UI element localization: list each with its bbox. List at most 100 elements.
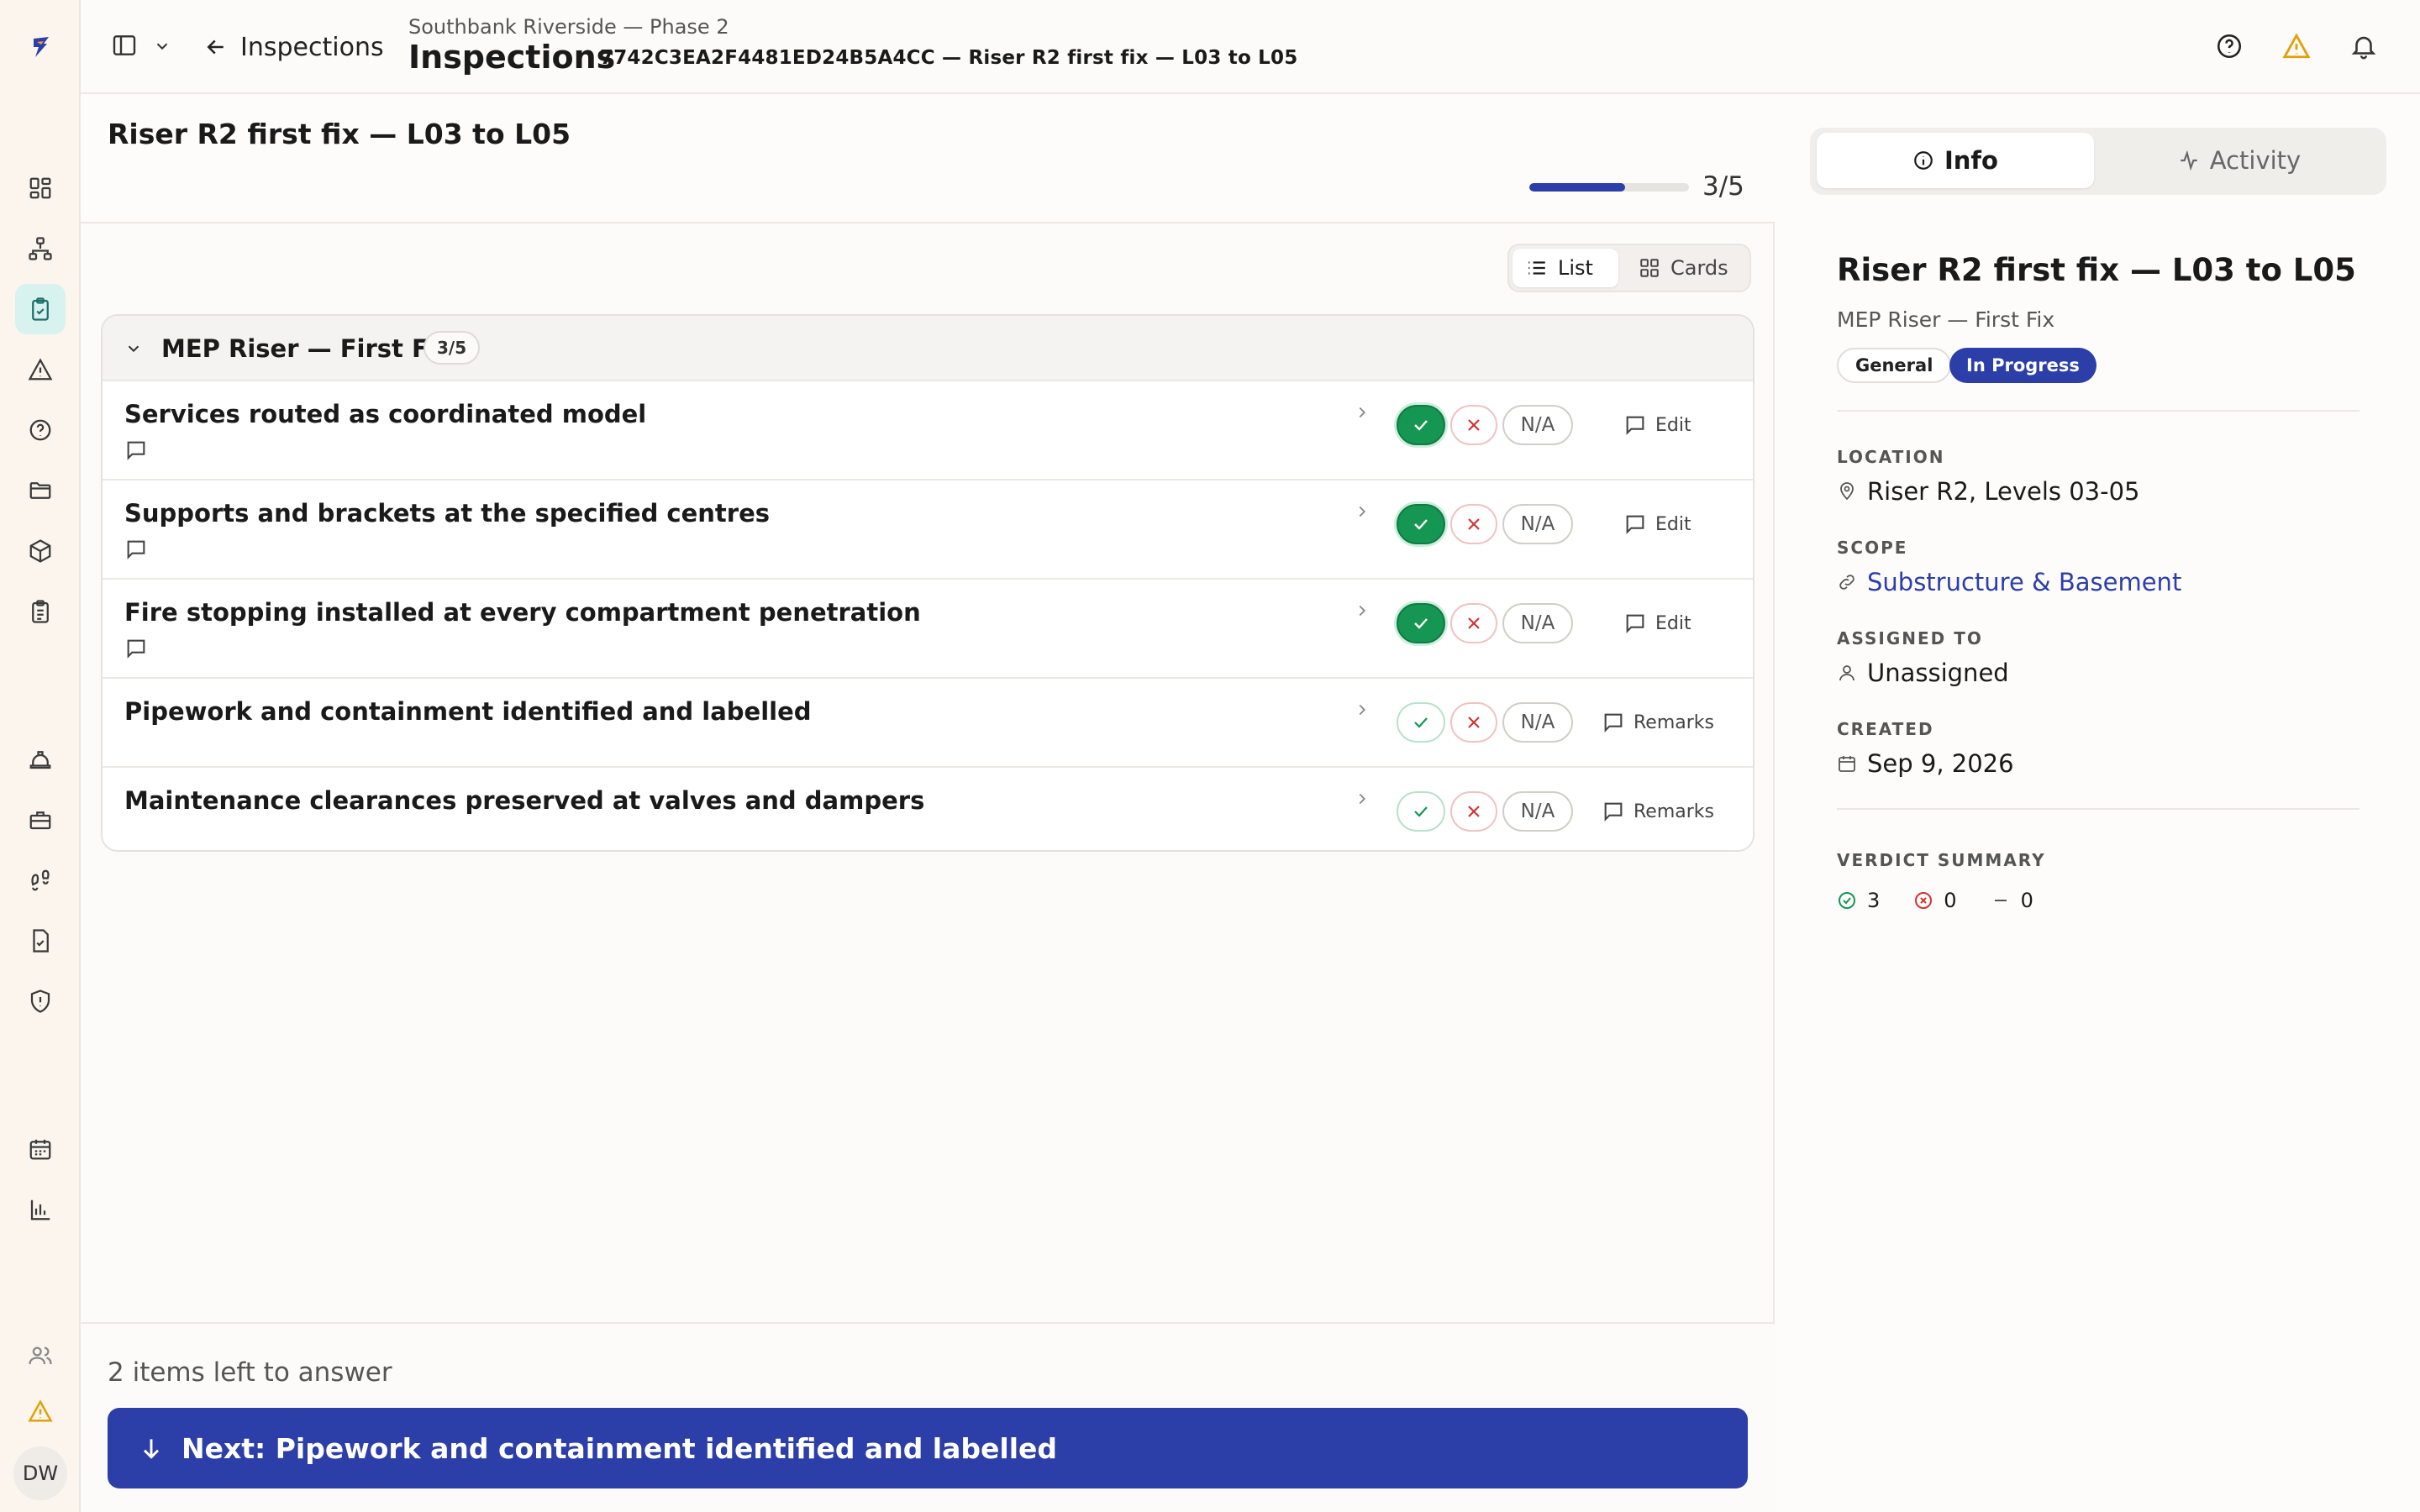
item-title: Riser R2 first fix — L03 to L05 xyxy=(108,118,571,150)
comment-icon xyxy=(1626,515,1644,534)
pass-button[interactable] xyxy=(1397,405,1445,445)
back-to-inspections-link[interactable]: Inspections xyxy=(203,30,384,64)
chevron-down-icon[interactable] xyxy=(153,37,171,55)
rail-issues[interactable] xyxy=(15,344,66,395)
pass-button[interactable] xyxy=(1397,603,1445,643)
na-button[interactable]: N/A xyxy=(1502,791,1573,832)
chevron-right-icon[interactable] xyxy=(1353,601,1371,620)
cube-icon xyxy=(29,539,51,563)
chevron-right-icon[interactable] xyxy=(1353,701,1371,719)
edit-button[interactable]: Edit xyxy=(1623,412,1691,438)
assigned-text: Unassigned xyxy=(1867,659,2009,687)
warning-icon[interactable] xyxy=(2282,32,2311,60)
calendar-icon xyxy=(1839,756,1855,772)
divider xyxy=(1837,410,2360,412)
dashboard-icon xyxy=(29,177,51,199)
chevron-right-icon[interactable] xyxy=(1353,403,1371,422)
x-icon xyxy=(1468,419,1480,431)
rail-site-walks[interactable] xyxy=(15,855,66,906)
rail-inspections[interactable] xyxy=(15,284,66,334)
comment-icon[interactable] xyxy=(124,538,148,561)
app-logo-icon[interactable] xyxy=(25,32,55,62)
rail-team[interactable] xyxy=(15,1331,66,1381)
back-label: Inspections xyxy=(240,32,384,62)
next-item-button[interactable]: Next: Pipework and containment identifie… xyxy=(108,1408,1748,1488)
na-button[interactable]: N/A xyxy=(1502,405,1573,445)
location-value: Riser R2, Levels 03-05 xyxy=(1837,477,2139,506)
rail-compliance[interactable] xyxy=(15,976,66,1026)
na-button[interactable]: N/A xyxy=(1502,603,1573,643)
x-circle-icon xyxy=(1915,892,1933,909)
user-avatar[interactable]: DW xyxy=(13,1446,67,1500)
user-initials: DW xyxy=(22,1462,59,1485)
check-circle-icon xyxy=(1839,892,1855,909)
na-button[interactable]: N/A xyxy=(1502,504,1573,544)
bell-icon[interactable] xyxy=(2349,32,2378,60)
row-text: Services routed as coordinated model xyxy=(124,400,647,428)
rail-hierarchy[interactable] xyxy=(15,223,66,274)
rail-dashboard[interactable] xyxy=(15,163,66,213)
remarks-button[interactable]: Remarks xyxy=(1602,709,1714,736)
list-view-button[interactable]: List xyxy=(1512,249,1618,287)
check-icon xyxy=(1414,420,1428,431)
chevron-right-icon[interactable] xyxy=(1353,502,1371,521)
rail-help[interactable] xyxy=(15,405,66,455)
rail-reports[interactable] xyxy=(15,1184,66,1235)
rail-files[interactable] xyxy=(15,465,66,516)
fail-button[interactable] xyxy=(1450,405,1497,445)
fail-button[interactable] xyxy=(1450,791,1497,832)
alert-triangle-icon xyxy=(28,1399,53,1422)
rail-models[interactable] xyxy=(15,526,66,576)
pass-button[interactable] xyxy=(1397,791,1445,832)
verdict-summary-label: VERDICT SUMMARY xyxy=(1837,850,2046,870)
rail-checklists[interactable] xyxy=(15,586,66,637)
minus-icon xyxy=(1994,900,2007,901)
checklist-count-badge: 3/5 xyxy=(424,331,481,365)
chevron-right-icon[interactable] xyxy=(1353,790,1371,808)
checklist-row: Services routed as coordinated model N/A… xyxy=(103,380,1753,479)
fail-button[interactable] xyxy=(1450,504,1497,544)
fail-button[interactable] xyxy=(1450,603,1497,643)
na-button[interactable]: N/A xyxy=(1502,702,1573,743)
rail-equipment[interactable] xyxy=(15,795,66,845)
location-text: Riser R2, Levels 03-05 xyxy=(1867,477,2140,506)
tab-info-label: Info xyxy=(1944,146,1998,175)
pass-button[interactable] xyxy=(1397,504,1445,544)
top-bar: Inspections Southbank Riverside — Phase … xyxy=(81,0,2420,94)
checklist-section: MEP Riser — First Fix 3/5 Services route… xyxy=(101,314,1754,852)
status-badge: In Progress xyxy=(1949,348,2096,383)
users-icon xyxy=(29,1347,52,1365)
arrow-down-icon xyxy=(143,1439,160,1459)
link-icon xyxy=(1839,575,1854,590)
tab-activity[interactable]: Activity xyxy=(2101,133,2378,188)
rail-approvals[interactable] xyxy=(15,916,66,966)
tab-info[interactable]: Info xyxy=(1817,133,2094,188)
location-label: LOCATION xyxy=(1837,447,1945,467)
user-icon xyxy=(1839,665,1854,681)
project-name: Southbank Riverside — Phase 2 xyxy=(408,15,729,39)
comment-icon xyxy=(1626,614,1644,633)
comment-icon[interactable] xyxy=(124,637,148,660)
row-text: Pipework and containment identified and … xyxy=(124,697,812,726)
scope-link[interactable]: Substructure & Basement xyxy=(1837,568,2181,596)
rail-safety[interactable] xyxy=(15,734,66,785)
view-toggle: List Cards xyxy=(1507,244,1751,292)
fail-button[interactable] xyxy=(1450,702,1497,743)
bar-chart-icon xyxy=(30,1200,50,1221)
rail-alerts[interactable] xyxy=(15,1386,66,1436)
edit-button[interactable]: Edit xyxy=(1623,511,1691,538)
help-icon[interactable] xyxy=(2215,32,2244,60)
sidebar-toggle-icon[interactable] xyxy=(111,32,138,59)
chevron-down-icon[interactable] xyxy=(124,339,143,358)
row-text: Fire stopping installed at every compart… xyxy=(124,598,921,627)
summary-fail-count: 0 xyxy=(1944,889,1957,912)
tab-activity-label: Activity xyxy=(2209,146,2302,175)
edit-button[interactable]: Edit xyxy=(1623,610,1691,637)
pass-button[interactable] xyxy=(1397,702,1445,743)
clipboard-list-icon xyxy=(32,600,49,623)
remarks-button[interactable]: Remarks xyxy=(1602,798,1714,825)
comment-icon[interactable] xyxy=(124,438,148,462)
checklist-header[interactable]: MEP Riser — First Fix 3/5 xyxy=(103,316,1753,380)
cards-view-button[interactable]: Cards xyxy=(1625,249,1742,287)
rail-calendar[interactable] xyxy=(15,1124,66,1174)
